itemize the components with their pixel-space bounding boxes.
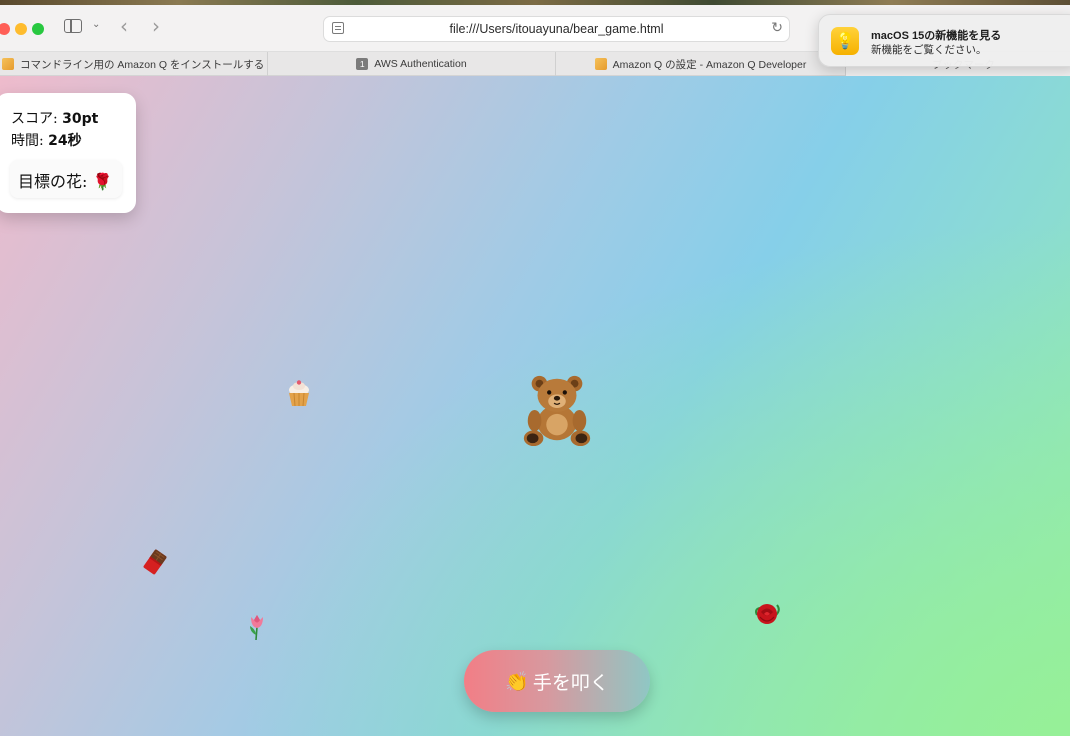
back-arrow-icon[interactable]: ‹ bbox=[120, 14, 128, 38]
time-label: 時間: bbox=[11, 133, 49, 149]
notification-body: 新機能をご覧ください。 bbox=[871, 44, 987, 56]
system-notification[interactable]: 💡 macOS 15の新機能を見る 新機能をご覧ください。 bbox=[818, 14, 1070, 67]
game-area: スコア: 30pt 時間: 24秒 目標の花: 🌹 👏 手を叩く bbox=[0, 76, 1070, 736]
target-flower-label: 目標の花: bbox=[18, 172, 93, 191]
tulip-icon[interactable] bbox=[246, 613, 268, 641]
time-line: 時間: 24秒 bbox=[11, 130, 82, 150]
url-text[interactable]: file:///Users/itouayuna/bear_game.html bbox=[324, 22, 789, 36]
forward-arrow-icon[interactable]: › bbox=[152, 14, 160, 38]
reload-icon[interactable]: ↻ bbox=[771, 20, 783, 36]
time-value: 24秒 bbox=[48, 133, 82, 149]
cupcake-icon[interactable] bbox=[286, 379, 312, 407]
score-line: スコア: 30pt bbox=[11, 108, 98, 128]
target-flower-box: 目標の花: 🌹 bbox=[10, 160, 122, 198]
tab-label: コマンドライン用の Amazon Q をインストールする - Amaz... bbox=[20, 58, 267, 71]
tab-amazon-q-install[interactable]: コマンドライン用の Amazon Q をインストールする - Amaz... bbox=[0, 52, 268, 76]
target-rose-icon: 🌹 bbox=[92, 172, 113, 191]
tab-label: AWS Authentication bbox=[374, 58, 467, 70]
score-label: スコア: bbox=[11, 111, 63, 127]
tab-badge: 1 bbox=[356, 58, 369, 70]
aws-box-icon bbox=[2, 58, 14, 70]
score-panel: スコア: 30pt 時間: 24秒 目標の花: 🌹 bbox=[0, 93, 136, 213]
clapping-hands-icon: 👏 bbox=[505, 670, 529, 693]
rose-icon[interactable] bbox=[752, 599, 782, 629]
lightbulb-icon: 💡 bbox=[831, 27, 859, 55]
clap-button-label: 手を叩く bbox=[532, 671, 609, 694]
maximize-window-button[interactable] bbox=[32, 23, 44, 35]
sidebar-toggle-icon[interactable] bbox=[64, 19, 82, 33]
tab-label: Amazon Q の設定 - Amazon Q Developer bbox=[612, 58, 807, 71]
address-bar[interactable]: file:///Users/itouayuna/bear_game.html ↻ bbox=[323, 16, 790, 42]
chocolate-icon[interactable] bbox=[142, 549, 168, 575]
notification-title: macOS 15の新機能を見る bbox=[871, 30, 1002, 42]
chevron-down-icon[interactable]: ⌄ bbox=[92, 19, 100, 30]
clap-button[interactable]: 👏 手を叩く bbox=[464, 650, 650, 712]
browser-window: ⌄ ‹ › file:///Users/itouayuna/bear_game.… bbox=[0, 0, 1070, 736]
aws-box-icon bbox=[594, 58, 607, 70]
bear-icon[interactable] bbox=[518, 370, 596, 448]
close-window-button[interactable] bbox=[0, 23, 10, 35]
minimize-window-button[interactable] bbox=[15, 23, 27, 35]
tab-aws-authentication[interactable]: 1 AWS Authentication bbox=[268, 52, 556, 76]
score-value: 30pt bbox=[62, 111, 99, 127]
tab-amazon-q-settings[interactable]: Amazon Q の設定 - Amazon Q Developer bbox=[556, 52, 846, 76]
